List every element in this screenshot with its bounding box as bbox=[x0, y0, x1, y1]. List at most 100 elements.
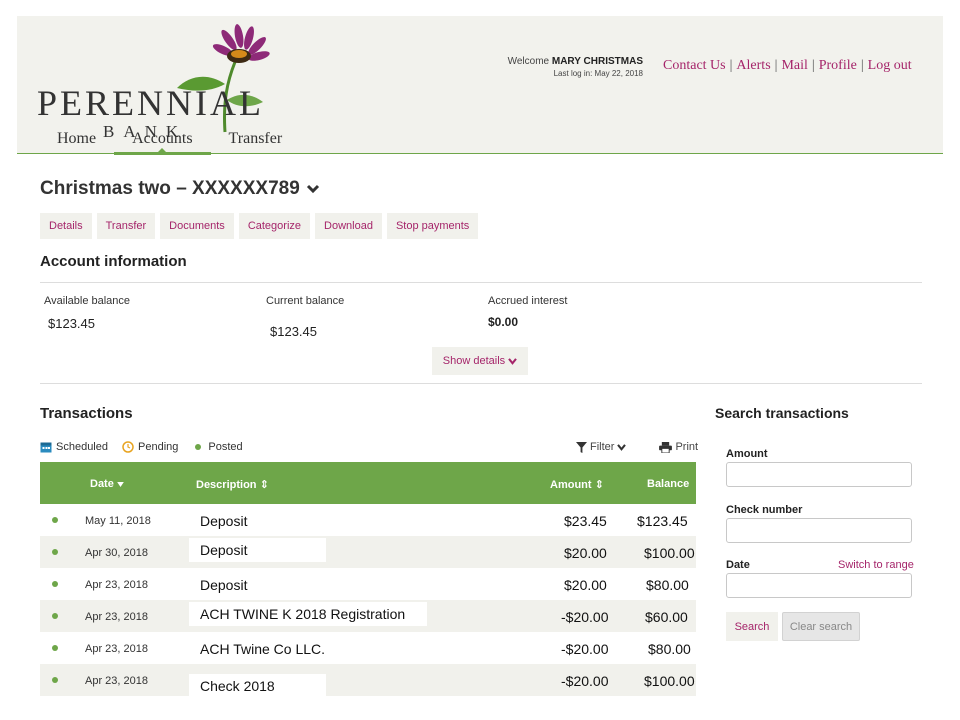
check-number-input[interactable] bbox=[726, 518, 912, 543]
tab-transfer[interactable]: Transfer bbox=[96, 213, 156, 239]
sort-icon: ⇕ bbox=[259, 479, 269, 491]
row-description: Deposit bbox=[200, 577, 248, 593]
row-date: Apr 23, 2018 bbox=[85, 579, 148, 591]
balance-column-header[interactable]: Balance bbox=[647, 478, 689, 490]
current-balance-label: Current balance bbox=[266, 295, 345, 307]
account-title: Christmas two – XXXXXX789 bbox=[40, 178, 300, 199]
chevron-down-icon bbox=[306, 184, 319, 194]
profile-link[interactable]: Profile bbox=[819, 58, 857, 73]
posted-dot-icon bbox=[52, 645, 58, 651]
table-row[interactable]: Apr 23, 2018 ACH Twine Co LLC. -$20.00 $… bbox=[40, 632, 696, 664]
table-row[interactable]: May 11, 2018 Deposit $23.45 $123.45 bbox=[40, 504, 696, 536]
posted-dot-icon bbox=[52, 549, 58, 555]
tab-categorize[interactable]: Categorize bbox=[238, 213, 311, 239]
nav-transfer[interactable]: Transfer bbox=[229, 130, 283, 148]
table-row[interactable]: Apr 23, 2018 Deposit $20.00 $80.00 bbox=[40, 568, 696, 600]
amount-column-label: Amount bbox=[550, 479, 592, 491]
posted-dot-icon bbox=[52, 581, 58, 587]
row-date: Apr 30, 2018 bbox=[85, 547, 148, 559]
row-description: Deposit bbox=[200, 513, 248, 529]
user-name: MARY CHRISTMAS bbox=[551, 56, 643, 67]
amount-input[interactable] bbox=[726, 462, 912, 487]
posted-dot-icon bbox=[52, 613, 58, 619]
search-button[interactable]: Search bbox=[726, 612, 778, 641]
accrued-interest-label: Accrued interest bbox=[488, 295, 568, 307]
nav-accounts[interactable]: Accounts bbox=[114, 130, 211, 155]
row-date: Apr 23, 2018 bbox=[85, 611, 148, 623]
transactions-table: Date Description ⇕ Amount ⇕ Balance May … bbox=[40, 462, 696, 698]
posted-dot-icon bbox=[195, 444, 202, 450]
description-column-label: Description bbox=[196, 479, 257, 491]
welcome-block: Welcome MARY CHRISTMAS Last log in: May … bbox=[493, 56, 643, 80]
legend-scheduled-label: Scheduled bbox=[56, 441, 108, 453]
calendar-icon bbox=[40, 442, 52, 453]
table-row[interactable]: Apr 30, 2018 Deposit $20.00 $100.00 bbox=[40, 536, 696, 568]
log-out-link[interactable]: Log out bbox=[868, 58, 912, 73]
print-label: Print bbox=[675, 441, 699, 453]
tab-stop-payments[interactable]: Stop payments bbox=[386, 213, 479, 239]
clear-search-button[interactable]: Clear search bbox=[782, 612, 860, 641]
row-amount: $23.45 bbox=[564, 513, 607, 529]
row-balance: $60.00 bbox=[645, 609, 688, 625]
nav-home[interactable]: Home bbox=[57, 130, 96, 148]
table-row[interactable]: Apr 23, 2018 ACH TWINE K 2018 Registrati… bbox=[40, 600, 696, 632]
transactions-heading: Transactions bbox=[40, 405, 133, 422]
date-input[interactable] bbox=[726, 573, 912, 598]
logo-wordmark: PERENNIAL bbox=[37, 83, 264, 123]
mail-link[interactable]: Mail bbox=[781, 58, 807, 73]
filter-button[interactable]: Filter bbox=[576, 441, 629, 453]
row-amount: -$20.00 bbox=[561, 673, 609, 689]
date-column-header[interactable]: Date bbox=[90, 478, 124, 490]
tab-details[interactable]: Details bbox=[40, 213, 92, 239]
site-header: PERENNIAL BANK Welcome MARY CHRISTMAS La… bbox=[17, 16, 943, 155]
row-description: ACH Twine Co LLC. bbox=[200, 641, 326, 657]
divider bbox=[40, 282, 922, 283]
welcome-prefix: Welcome bbox=[507, 56, 550, 67]
divider bbox=[40, 383, 922, 384]
link-separator: | bbox=[860, 58, 864, 73]
print-button[interactable]: Print bbox=[659, 441, 698, 453]
account-information-heading: Account information bbox=[40, 253, 187, 270]
legend-posted: Posted bbox=[192, 441, 243, 453]
chevron-down-icon bbox=[508, 357, 518, 365]
show-details-label: Show details bbox=[442, 355, 506, 367]
sort-icon: ⇕ bbox=[594, 479, 604, 491]
show-details-button[interactable]: Show details bbox=[432, 347, 528, 375]
tab-download[interactable]: Download bbox=[315, 213, 382, 239]
legend-pending: Pending bbox=[122, 441, 178, 453]
transaction-status-legend: Scheduled Pending Posted bbox=[40, 441, 257, 453]
contact-us-link[interactable]: Contact Us bbox=[663, 58, 726, 73]
row-balance: $123.45 bbox=[637, 513, 688, 529]
filter-label: Filter bbox=[590, 441, 615, 453]
account-tabs: Details Transfer Documents Categorize Do… bbox=[40, 213, 479, 239]
amount-label: Amount bbox=[726, 448, 768, 460]
accrued-interest-value: $0.00 bbox=[488, 315, 519, 329]
filter-icon bbox=[576, 441, 587, 453]
alerts-link[interactable]: Alerts bbox=[736, 58, 770, 73]
tab-documents[interactable]: Documents bbox=[160, 213, 234, 239]
link-separator: | bbox=[729, 58, 733, 73]
date-column-label: Date bbox=[90, 478, 114, 490]
switch-to-range-link[interactable]: Switch to range bbox=[838, 559, 914, 571]
table-row[interactable]: Apr 23, 2018 Check 2018 -$20.00 $100.00 bbox=[40, 664, 696, 698]
link-separator: | bbox=[774, 58, 778, 73]
top-links: Contact Us | Alerts | Mail | Profile | Log out bbox=[663, 58, 912, 74]
account-selector[interactable]: Christmas two – XXXXXX789 bbox=[40, 178, 320, 200]
row-date: Apr 23, 2018 bbox=[85, 675, 148, 687]
available-balance-value: $123.45 bbox=[48, 316, 95, 331]
transaction-actions: Filter Print bbox=[576, 441, 710, 453]
available-balance-label: Available balance bbox=[44, 295, 131, 307]
legend-posted-label: Posted bbox=[208, 441, 243, 453]
check-number-label: Check number bbox=[726, 504, 803, 516]
row-amount: -$20.00 bbox=[561, 609, 609, 625]
amount-column-header[interactable]: Amount ⇕ bbox=[550, 478, 604, 491]
last-login: Last log in: May 22, 2018 bbox=[553, 69, 643, 78]
row-balance: $100.00 bbox=[644, 545, 695, 561]
perennial-bank-logo[interactable]: PERENNIAL BANK bbox=[37, 22, 277, 141]
description-column-header[interactable]: Description ⇕ bbox=[196, 478, 269, 491]
printer-icon bbox=[659, 441, 673, 453]
posted-dot-icon bbox=[52, 517, 58, 523]
legend-pending-label: Pending bbox=[138, 441, 179, 453]
current-balance-value: $123.45 bbox=[270, 324, 317, 339]
row-balance: $100.00 bbox=[644, 673, 695, 689]
